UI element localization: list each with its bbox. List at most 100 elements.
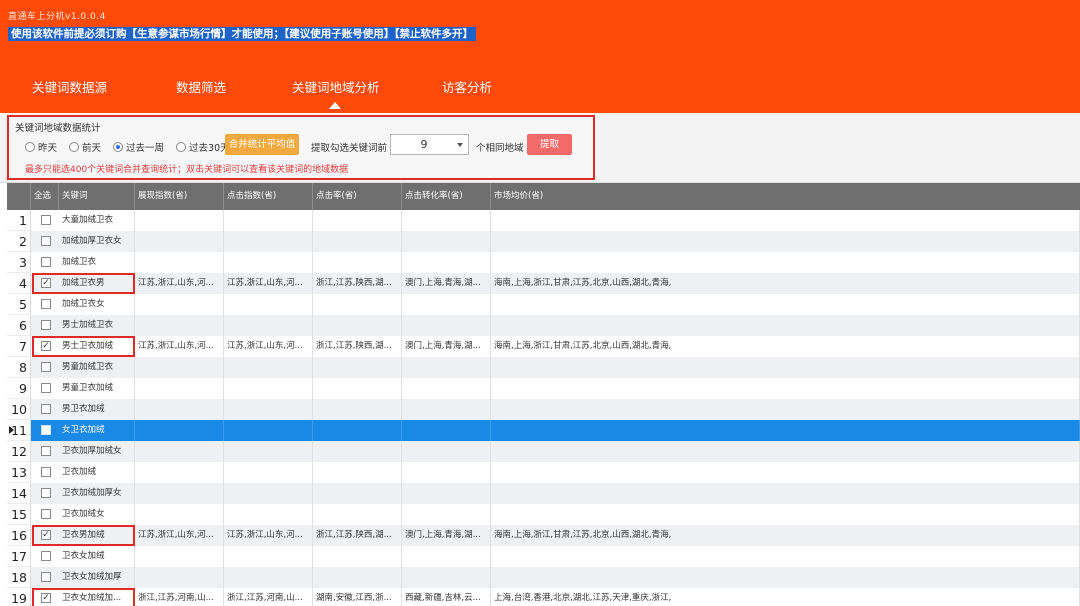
row-checkbox[interactable] — [41, 362, 51, 372]
table-row[interactable]: 9 男童卫衣加绒 — [7, 378, 1080, 399]
cell-conversion — [402, 315, 491, 336]
table-row[interactable]: 5 加绒卫衣女 — [7, 294, 1080, 315]
table-row[interactable]: 12 卫衣加厚加绒女 — [7, 441, 1080, 462]
row-checkbox[interactable] — [41, 467, 51, 477]
table-row[interactable]: 2 加绒加厚卫衣女 — [7, 231, 1080, 252]
notice-banner: 使用该软件前提必须订购【生意参谋市场行情】才能使用；【建议使用子账号使用】【禁止… — [8, 27, 476, 41]
row-checkbox[interactable] — [41, 215, 51, 225]
cell-clicks — [224, 567, 313, 588]
row-checkbox[interactable] — [41, 572, 51, 582]
tab-keyword-source[interactable]: 关键词数据源 — [32, 78, 107, 98]
radio-past-30-days[interactable]: 过去30天 — [176, 140, 230, 154]
row-checkbox[interactable] — [41, 299, 51, 309]
table-row[interactable]: 14 卫衣加绒加厚女 — [7, 483, 1080, 504]
cell-ctr — [313, 378, 402, 399]
cell-conversion — [402, 420, 491, 441]
cell-keyword[interactable]: 卫衣女加绒 — [59, 546, 135, 567]
cell-ctr: 浙江,江苏,陕西,湖... — [313, 336, 402, 357]
table-row[interactable]: 7 ✓ 男士卫衣加绒 江苏,浙江,山东,河... 江苏,浙江,山东,河... 浙江,江苏,… — [7, 336, 1080, 357]
cell-impressions: 江苏,浙江,山东,河... — [135, 336, 224, 357]
radio-day-before[interactable]: 前天 — [69, 140, 101, 154]
cell-impressions — [135, 567, 224, 588]
cell-impressions — [135, 483, 224, 504]
cell-impressions — [135, 231, 224, 252]
row-checkbox[interactable] — [41, 509, 51, 519]
cell-keyword[interactable]: 女卫衣加绒 — [59, 420, 135, 441]
table-row[interactable]: 17 卫衣女加绒 — [7, 546, 1080, 567]
table-row[interactable]: 4 ✓ 加绒卫衣男 江苏,浙江,山东,河... 江苏,浙江,山东,河... 浙江,江苏,陕… — [7, 273, 1080, 294]
cell-keyword[interactable]: 加绒卫衣 — [59, 252, 135, 273]
cell-keyword[interactable]: 男童加绒卫衣 — [59, 357, 135, 378]
tab-keyword-region[interactable]: 关键词地域分析 — [292, 78, 380, 98]
table-row[interactable]: 11 女卫衣加绒 — [7, 420, 1080, 441]
row-checkbox[interactable] — [41, 236, 51, 246]
radio-label: 昨天 — [38, 143, 58, 154]
same-region-label: 个相同地域 — [476, 143, 524, 154]
table-row[interactable]: 13 卫衣加绒 — [7, 462, 1080, 483]
cell-keyword[interactable]: 男卫衣加绒 — [59, 399, 135, 420]
radio-past-week[interactable]: 过去一周 — [113, 140, 164, 154]
cell-keyword[interactable]: 卫衣加绒 — [59, 462, 135, 483]
keyword-count-value: 9 — [420, 138, 428, 151]
cell-clicks — [224, 294, 313, 315]
table-row[interactable]: 3 加绒卫衣 — [7, 252, 1080, 273]
cell-conversion — [402, 441, 491, 462]
cell-keyword[interactable]: 加绒卫衣女 — [59, 294, 135, 315]
table-row[interactable]: 19 ✓ 卫衣女加绒加... 浙江,江苏,河南,山... 浙江,江苏,河南,山... 湖南… — [7, 588, 1080, 606]
table-row[interactable]: 6 男士加绒卫衣 — [7, 315, 1080, 336]
row-checkbox[interactable] — [41, 320, 51, 330]
cell-keyword[interactable]: 卫衣女加绒加厚 — [59, 567, 135, 588]
cell-conversion — [402, 567, 491, 588]
table-row[interactable]: 10 男卫衣加绒 — [7, 399, 1080, 420]
grid-header: 全选 关键词 展现指数(省) 点击指数(省) 点击率(省) 点击转化率(省) 市… — [7, 183, 1080, 210]
row-checkbox[interactable] — [41, 488, 51, 498]
cell-ctr — [313, 420, 402, 441]
table-row[interactable]: 16 ✓ 卫衣男加绒 江苏,浙江,山东,河... 江苏,浙江,山东,河... 浙江,江苏,… — [7, 525, 1080, 546]
cell-conversion: 澳门,上海,青海,湖... — [402, 525, 491, 546]
cell-conversion — [402, 462, 491, 483]
checked-row-highlight — [32, 336, 135, 357]
cell-market-price — [491, 252, 1080, 273]
table-row[interactable]: 18 卫衣女加绒加厚 — [7, 567, 1080, 588]
cell-keyword[interactable]: 男士加绒卫衣 — [59, 315, 135, 336]
cell-keyword[interactable]: 男童卫衣加绒 — [59, 378, 135, 399]
extract-button[interactable]: 提取 — [527, 134, 572, 155]
cell-ctr — [313, 252, 402, 273]
cell-market-price — [491, 483, 1080, 504]
tab-data-filter[interactable]: 数据筛选 — [176, 78, 226, 98]
header-impressions[interactable]: 展现指数(省) — [135, 183, 224, 210]
cell-keyword[interactable]: 卫衣加绒女 — [59, 504, 135, 525]
cell-keyword[interactable]: 卫衣加绒加厚女 — [59, 483, 135, 504]
row-checkbox[interactable] — [41, 551, 51, 561]
header-conversion[interactable]: 点击转化率(省) — [402, 183, 491, 210]
header-market-price[interactable]: 市场均价(省) — [491, 183, 1080, 210]
row-checkbox[interactable] — [41, 446, 51, 456]
table-row[interactable]: 1 大童加绒卫衣 — [7, 210, 1080, 231]
cell-keyword[interactable]: 大童加绒卫衣 — [59, 210, 135, 231]
cell-conversion: 澳门,上海,青海,湖... — [402, 273, 491, 294]
cell-conversion — [402, 357, 491, 378]
row-checkbox[interactable] — [41, 425, 51, 435]
cell-clicks — [224, 504, 313, 525]
app-window: 直通车上分机v1.0.0.4 使用该软件前提必须订购【生意参谋市场行情】才能使用… — [0, 0, 1080, 606]
row-number: 6 — [7, 315, 31, 336]
tab-visitor-analysis[interactable]: 访客分析 — [442, 78, 492, 98]
cell-clicks — [224, 231, 313, 252]
row-checkbox[interactable] — [41, 383, 51, 393]
region-stats-panel: 关键词地域数据统计 昨天 前天 过去一周 过去30天 合并统计平均值 提取勾选关… — [7, 115, 595, 180]
cell-keyword[interactable]: 卫衣加厚加绒女 — [59, 441, 135, 462]
keyword-count-select[interactable]: 9 — [390, 134, 469, 155]
radio-yesterday[interactable]: 昨天 — [25, 140, 57, 154]
row-checkbox[interactable] — [41, 404, 51, 414]
cell-ctr — [313, 546, 402, 567]
table-row[interactable]: 8 男童加绒卫衣 — [7, 357, 1080, 378]
row-checkbox[interactable] — [41, 257, 51, 267]
cell-ctr — [313, 567, 402, 588]
header-clicks[interactable]: 点击指数(省) — [224, 183, 313, 210]
header-select-all[interactable]: 全选 — [31, 183, 59, 210]
header-ctr[interactable]: 点击率(省) — [313, 183, 402, 210]
table-row[interactable]: 15 卫衣加绒女 — [7, 504, 1080, 525]
merge-average-button[interactable]: 合并统计平均值 — [225, 134, 299, 155]
header-keyword[interactable]: 关键词 — [59, 183, 135, 210]
cell-keyword[interactable]: 加绒加厚卫衣女 — [59, 231, 135, 252]
